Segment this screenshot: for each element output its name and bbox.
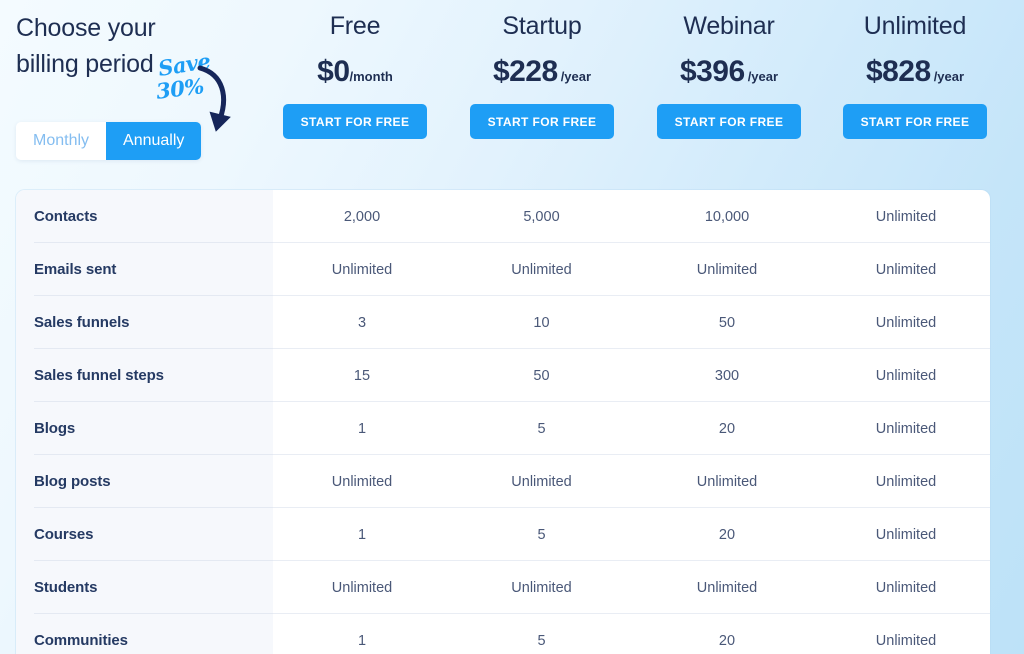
- table-row: Communities 1 5 20 Unlimited: [16, 614, 990, 654]
- feature-value-cell-webinar: Unlimited: [632, 243, 822, 296]
- start-for-free-button[interactable]: START FOR FREE: [282, 104, 428, 139]
- table-row: Emails sent Unlimited Unlimited Unlimited Un…: [16, 243, 990, 296]
- feature-name-cell: Students: [16, 561, 273, 614]
- feature-value-cell-webinar: 20: [718, 632, 736, 649]
- feature-value-cell-unlimited: Unlimited: [822, 561, 990, 614]
- toggle-option-annually[interactable]: Annually: [106, 122, 202, 160]
- table-row: Students Unlimited Unlimited Unlimited Unlim…: [16, 561, 990, 614]
- feature-value-cell-startup: 5,000: [451, 190, 632, 243]
- feature-name-cell: Contacts: [16, 190, 273, 243]
- feature-value-cell-free: Unlimited: [273, 561, 451, 614]
- feature-value-cell-unlimited: Unlimited: [822, 455, 990, 508]
- feature-value-cell-webinar: 20: [632, 508, 822, 561]
- feature-value-cell-startup: 10: [451, 296, 632, 349]
- plan-amount: $228: [492, 55, 558, 88]
- feature-value-cell-webinar: Unlimited: [632, 561, 822, 614]
- pricing-header: Choose your billing period Save 30% Mont…: [0, 0, 1024, 190]
- feature-value-cell-free: Unlimited: [273, 243, 451, 296]
- feature-name-cell: Sales funnels: [16, 296, 273, 349]
- plan-column-unlimited: Unlimited $828 /year START FOR FREE: [815, 0, 1015, 139]
- feature-value-cell-unlimited: Unlimited: [822, 296, 990, 349]
- feature-value-cell-unlimited: Unlimited: [822, 349, 990, 402]
- feature-name-cell: Communities: [34, 632, 128, 649]
- feature-value-cell-free: 15: [273, 349, 451, 402]
- table-row: Contacts 2,000 5,000 10,000 Unlimited: [16, 190, 990, 243]
- plan-name: Webinar: [683, 12, 775, 40]
- feature-name-cell: Emails sent: [16, 243, 273, 296]
- plan-column-webinar: Webinar $396 /year START FOR FREE: [629, 0, 829, 139]
- feature-value-cell-unlimited: Unlimited: [822, 508, 990, 561]
- feature-value-cell-startup: 5: [451, 402, 632, 455]
- feature-value-cell-webinar: Unlimited: [632, 455, 822, 508]
- feature-value-cell-startup: 5: [537, 632, 546, 649]
- plan-price: $0 /month: [255, 55, 455, 89]
- table-row: Blogs 1 5 20 Unlimited: [16, 402, 990, 455]
- billing-period-toggle[interactable]: Monthly Annually: [16, 122, 202, 160]
- plan-price: $228 /year: [442, 55, 642, 89]
- plan-period: /year: [933, 69, 965, 84]
- plan-amount: $396: [679, 55, 745, 88]
- feature-value-cell-webinar: 50: [632, 296, 822, 349]
- feature-value-cell-startup: 5: [451, 508, 632, 561]
- plan-price: $828 /year: [815, 55, 1015, 89]
- plan-column-startup: Startup $228 /year START FOR FREE: [442, 0, 642, 139]
- table-row: Blog posts Unlimited Unlimited Unlimited Unl…: [16, 455, 990, 508]
- feature-name-cell: Sales funnel steps: [16, 349, 273, 402]
- table-row: Courses 1 5 20 Unlimited: [16, 508, 990, 561]
- feature-value-cell-startup: Unlimited: [451, 561, 632, 614]
- plan-column-free: Free $0 /month START FOR FREE: [255, 0, 455, 139]
- feature-value-cell-free: 1: [357, 632, 367, 649]
- pricing-page: Choose your billing period Save 30% Mont…: [0, 0, 1024, 654]
- billing-period-block: Choose your billing period: [16, 10, 266, 82]
- plan-amount: $0: [317, 55, 350, 88]
- feature-value-cell-free: 1: [273, 402, 451, 455]
- feature-value-cell-unlimited: Unlimited: [822, 402, 990, 455]
- feature-value-cell-webinar: 20: [632, 402, 822, 455]
- feature-value-cell-unlimited: Unlimited: [875, 632, 937, 649]
- page-title-line-1: Choose your: [16, 14, 156, 42]
- feature-value-cell-startup: Unlimited: [451, 243, 632, 296]
- plan-period: /month: [349, 69, 393, 84]
- table-row: Sales funnel steps 15 50 300 Unlimited: [16, 349, 990, 402]
- feature-value-cell-free: 3: [273, 296, 451, 349]
- plan-price: $396 /year: [629, 55, 829, 89]
- table-row: Sales funnels 3 10 50 Unlimited: [16, 296, 990, 349]
- plan-period: /year: [747, 69, 779, 84]
- feature-name-cell: Courses: [16, 508, 273, 561]
- feature-value-cell-unlimited: Unlimited: [822, 190, 990, 243]
- page-title-line-2: billing period: [16, 50, 154, 78]
- feature-value-cell-startup: 50: [451, 349, 632, 402]
- plan-name: Startup: [502, 12, 582, 40]
- feature-value-cell-free: Unlimited: [273, 455, 451, 508]
- start-for-free-button[interactable]: START FOR FREE: [656, 104, 802, 139]
- feature-value-cell-webinar: 10,000: [632, 190, 822, 243]
- feature-value-cell-startup: Unlimited: [451, 455, 632, 508]
- plan-name: Unlimited: [863, 12, 967, 40]
- toggle-option-monthly[interactable]: Monthly: [16, 122, 107, 160]
- feature-comparison-table: Contacts 2,000 5,000 10,000 Unlimited Emails …: [16, 190, 990, 654]
- feature-value-cell-free: 2,000: [273, 190, 451, 243]
- feature-value-cell-unlimited: Unlimited: [822, 243, 990, 296]
- plan-name: Free: [329, 12, 381, 40]
- plan-period: /year: [560, 69, 592, 84]
- plan-amount: $828: [865, 55, 931, 88]
- start-for-free-button[interactable]: START FOR FREE: [842, 104, 988, 139]
- feature-value-cell-webinar: 300: [632, 349, 822, 402]
- feature-value-cell-free: 1: [273, 508, 451, 561]
- start-for-free-button[interactable]: START FOR FREE: [469, 104, 615, 139]
- feature-name-cell: Blogs: [16, 402, 273, 455]
- feature-name-cell: Blog posts: [16, 455, 273, 508]
